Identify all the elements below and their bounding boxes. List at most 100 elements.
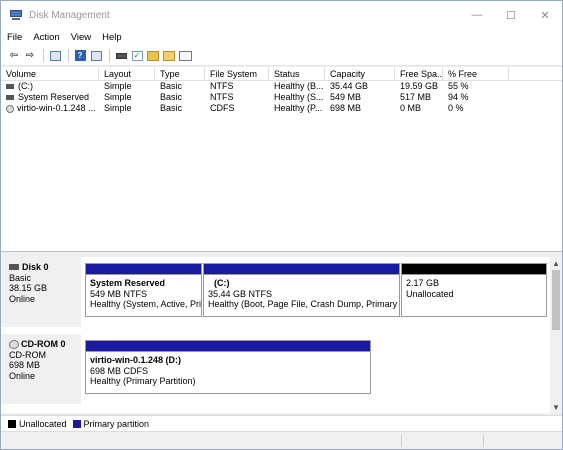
partition-block[interactable]: (C:) 35.44 GB NTFS Healthy (Boot, Page F… [203, 263, 400, 317]
primary-partition-bar [86, 264, 201, 275]
column-header-free-space[interactable]: Free Spa... [395, 67, 443, 80]
disk-graphical-view: Disk 0 Basic 38.15 GB Online System Rese… [1, 257, 550, 413]
disk-management-window: Disk Management — ☐ ✕ File Action View H… [0, 0, 563, 450]
volume-percent-free: 0 % [448, 103, 464, 113]
hard-disk-icon [9, 264, 19, 271]
volume-type: Basic [160, 92, 183, 102]
disk-row: Disk 0 Basic 38.15 GB Online System Rese… [1, 257, 550, 331]
check-icon[interactable]: ✓ [130, 49, 144, 63]
open-folder-icon[interactable] [146, 49, 160, 63]
partition-detail: 549 MB NTFS [90, 288, 148, 299]
status-bar [1, 431, 562, 449]
disk-name: CD-ROM 0 [21, 339, 66, 349]
toolbar: ⇦ ⇨ ? ✓ [1, 46, 562, 66]
disk-size: 38.15 GB [9, 283, 48, 293]
partition-name: virtio-win-0.1.248 (D:) [90, 355, 182, 365]
volume-status: Healthy (P... [274, 103, 323, 113]
column-header-capacity[interactable]: Capacity [325, 67, 395, 80]
disk-state: Online [9, 293, 36, 304]
forward-arrow-icon[interactable]: ⇨ [23, 49, 37, 63]
drive-icon [6, 84, 14, 90]
volume-file-system: NTFS [210, 92, 234, 102]
volume-percent-free: 55 % [448, 81, 469, 91]
volume-free-space: 0 MB [400, 103, 422, 113]
status-bar-separator [483, 435, 484, 447]
menu-bar: File Action View Help [1, 29, 562, 46]
partition-status: Healthy (System, Active, Pri [90, 299, 201, 309]
partition-block[interactable]: 2.17 GB Unallocated [401, 263, 547, 317]
volume-status: Healthy (S... [274, 92, 324, 102]
console-tree-icon[interactable] [48, 49, 62, 63]
disk-icon[interactable] [114, 49, 128, 63]
disk-management-icon [9, 9, 23, 21]
menu-help[interactable]: Help [102, 32, 122, 43]
volume-name: (C:) [18, 81, 33, 91]
column-header-layout[interactable]: Layout [99, 67, 155, 80]
partition-status: Unallocated [406, 288, 454, 299]
volume-type: Basic [160, 103, 183, 113]
volume-status: Healthy (B... [274, 81, 324, 91]
scrollbar-thumb[interactable] [552, 270, 560, 330]
disk-info[interactable]: Disk 0 Basic 38.15 GB Online [1, 257, 81, 327]
scroll-down-icon[interactable]: ▼ [550, 401, 562, 413]
maximize-button[interactable]: ☐ [494, 1, 528, 29]
menu-file[interactable]: File [7, 32, 22, 43]
drive-icon [6, 95, 14, 101]
menu-action[interactable]: Action [33, 32, 59, 43]
disk-size: 698 MB [9, 360, 41, 370]
partition-block[interactable]: System Reserved 549 MB NTFS Healthy (Sys… [85, 263, 202, 317]
disk-type: CD-ROM [9, 349, 46, 360]
table-row[interactable]: System Reserved Simple Basic NTFS Health… [1, 92, 562, 103]
partition-block[interactable]: virtio-win-0.1.248 (D:) 698 MB CDFS Heal… [85, 340, 371, 394]
legend-label: Unallocated [19, 418, 67, 429]
volume-name: virtio-win-0.1.248 ... [17, 103, 96, 113]
volume-capacity: 549 MB [330, 92, 362, 102]
partition-detail: 35.44 GB NTFS [208, 288, 273, 299]
menu-view[interactable]: View [71, 32, 91, 43]
minimize-button[interactable]: — [460, 1, 494, 29]
column-header-type[interactable]: Type [155, 67, 205, 80]
volume-list-header: Volume Layout Type File System Status Ca… [1, 67, 562, 81]
unallocated-swatch [8, 419, 16, 428]
legend-label: Primary partition [83, 418, 150, 429]
help-icon[interactable]: ? [73, 49, 87, 63]
back-arrow-icon[interactable]: ⇦ [7, 49, 21, 63]
window-title: Disk Management [29, 9, 110, 21]
table-row[interactable]: (C:) Simple Basic NTFS Healthy (B... 35.… [1, 81, 562, 92]
column-header-status[interactable]: Status [269, 67, 325, 80]
column-header-volume[interactable]: Volume [1, 67, 99, 80]
partition-name: (C:) [214, 278, 230, 288]
toolbar-separator [43, 49, 44, 62]
properties-icon[interactable] [178, 49, 192, 63]
status-bar-separator [401, 435, 402, 447]
scroll-up-icon[interactable]: ▲ [550, 257, 562, 269]
partition-detail: 698 MB CDFS [90, 365, 149, 376]
toolbar-separator [109, 49, 110, 62]
legend: Unallocated Primary partition [1, 415, 562, 431]
properties-pane-icon[interactable] [89, 49, 103, 63]
partition-name: System Reserved [90, 278, 166, 288]
disk-type: Basic [9, 272, 32, 283]
volume-layout: Simple [104, 92, 132, 102]
partition-status: Healthy (Boot, Page File, Crash Dump, Pr… [208, 299, 399, 309]
cd-rom-icon [9, 339, 19, 349]
volume-capacity: 35.44 GB [330, 81, 369, 91]
table-row[interactable]: virtio-win-0.1.248 ... Simple Basic CDFS… [1, 103, 562, 114]
volume-free-space: 19.59 GB [400, 81, 439, 91]
volume-free-space: 517 MB [400, 92, 432, 102]
partition-status: Healthy (Primary Partition) [90, 376, 196, 386]
disk-name: Disk 0 [22, 262, 49, 272]
vertical-scrollbar[interactable]: ▲ ▼ [550, 257, 562, 413]
unallocated-bar [402, 264, 546, 275]
title-bar[interactable]: Disk Management — ☐ ✕ [1, 1, 562, 29]
search-folder-icon[interactable] [162, 49, 176, 63]
disk-state: Online [9, 370, 36, 381]
column-header-percent-free[interactable]: % Free [443, 67, 509, 80]
volume-file-system: NTFS [210, 81, 234, 91]
close-button[interactable]: ✕ [528, 1, 562, 29]
primary-partition-swatch [72, 419, 81, 428]
disk-info[interactable]: CD-ROM 0 CD-ROM 698 MB Online [1, 334, 81, 404]
volume-type: Basic [160, 81, 183, 91]
volume-layout: Simple [104, 103, 132, 113]
column-header-file-system[interactable]: File System [205, 67, 269, 80]
